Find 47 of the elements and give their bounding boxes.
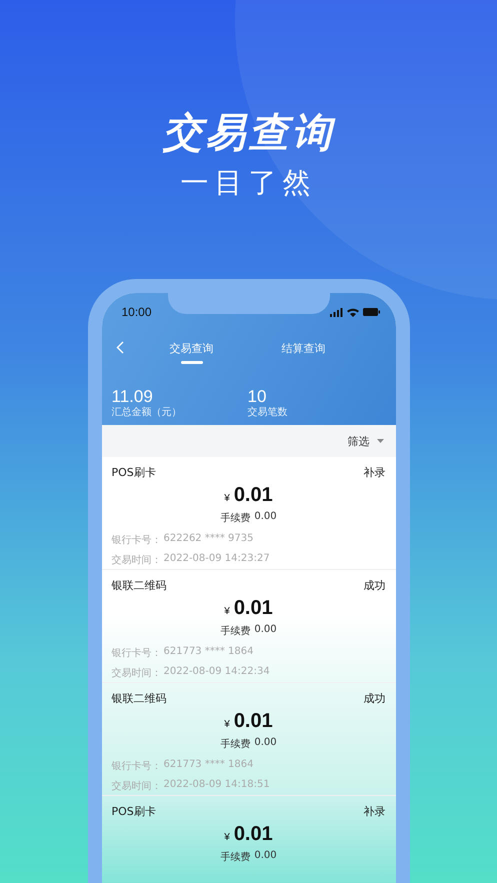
transaction-type: POS刷卡 <box>112 465 156 480</box>
transaction-status: 补录 <box>364 804 386 819</box>
fee-label: 手续费 <box>220 512 250 525</box>
fee-value: 0.00 <box>254 850 277 863</box>
card-label: 银行卡号： <box>112 646 162 660</box>
fee-value: 0.00 <box>254 624 277 637</box>
wifi-icon <box>346 308 358 316</box>
transaction-status: 成功 <box>364 578 386 593</box>
transaction-time: 2022-08-09 14:23:27 <box>164 553 270 566</box>
time-label: 交易时间： <box>112 666 162 680</box>
transaction-time: 2022-08-09 14:18:51 <box>164 779 270 792</box>
tab[interactable]: 结算查询 <box>254 334 354 362</box>
fee-value: 0.00 <box>254 511 277 524</box>
card-number: 621773 **** 1864 <box>164 759 254 772</box>
caret-icon <box>376 439 384 443</box>
summary-label: 交易笔数 <box>248 407 288 419</box>
transaction-type: POS刷卡 <box>112 804 156 819</box>
transaction-type: 银联二维码 <box>112 691 166 706</box>
headline: 交易查询 <box>162 109 334 158</box>
transaction-amount: ¥ 0.01 <box>223 823 274 847</box>
summary-value: 10 <box>248 387 268 406</box>
transaction-type: 银联二维码 <box>112 578 166 593</box>
card-label: 银行卡号： <box>112 760 162 773</box>
transaction-status: 补录 <box>364 465 386 480</box>
card-label: 银行卡号： <box>112 534 162 547</box>
subheadline: 一目了然 <box>180 165 316 201</box>
transaction-time: 2022-08-09 14:22:34 <box>164 666 270 679</box>
fee-value: 0.00 <box>254 737 277 750</box>
filter-button[interactable]: 筛选 <box>348 434 384 448</box>
time-label: 交易时间： <box>112 554 162 567</box>
fee-label: 手续费 <box>220 850 250 864</box>
summary-value: 11.09 <box>112 387 154 406</box>
card-number: 621773 **** 1864 <box>164 646 254 659</box>
time-label: 交易时间： <box>112 780 162 793</box>
fee-label: 手续费 <box>220 624 250 638</box>
signal-icon <box>330 308 342 316</box>
summary-label: 汇总金额（元） <box>112 407 182 419</box>
transaction-status: 成功 <box>364 691 386 706</box>
transaction-amount: ¥ 0.01 <box>223 710 274 734</box>
transaction-amount: ¥ 0.01 <box>223 597 274 621</box>
fee-label: 手续费 <box>220 738 250 751</box>
card-number: 622262 **** 9735 <box>164 533 254 546</box>
tab[interactable]: 交易查询 <box>142 334 242 362</box>
transaction-amount: ¥ 0.01 <box>223 484 274 508</box>
battery-icon <box>362 308 380 316</box>
back-icon[interactable] <box>116 341 124 354</box>
status-time: 10:00 <box>122 305 152 319</box>
